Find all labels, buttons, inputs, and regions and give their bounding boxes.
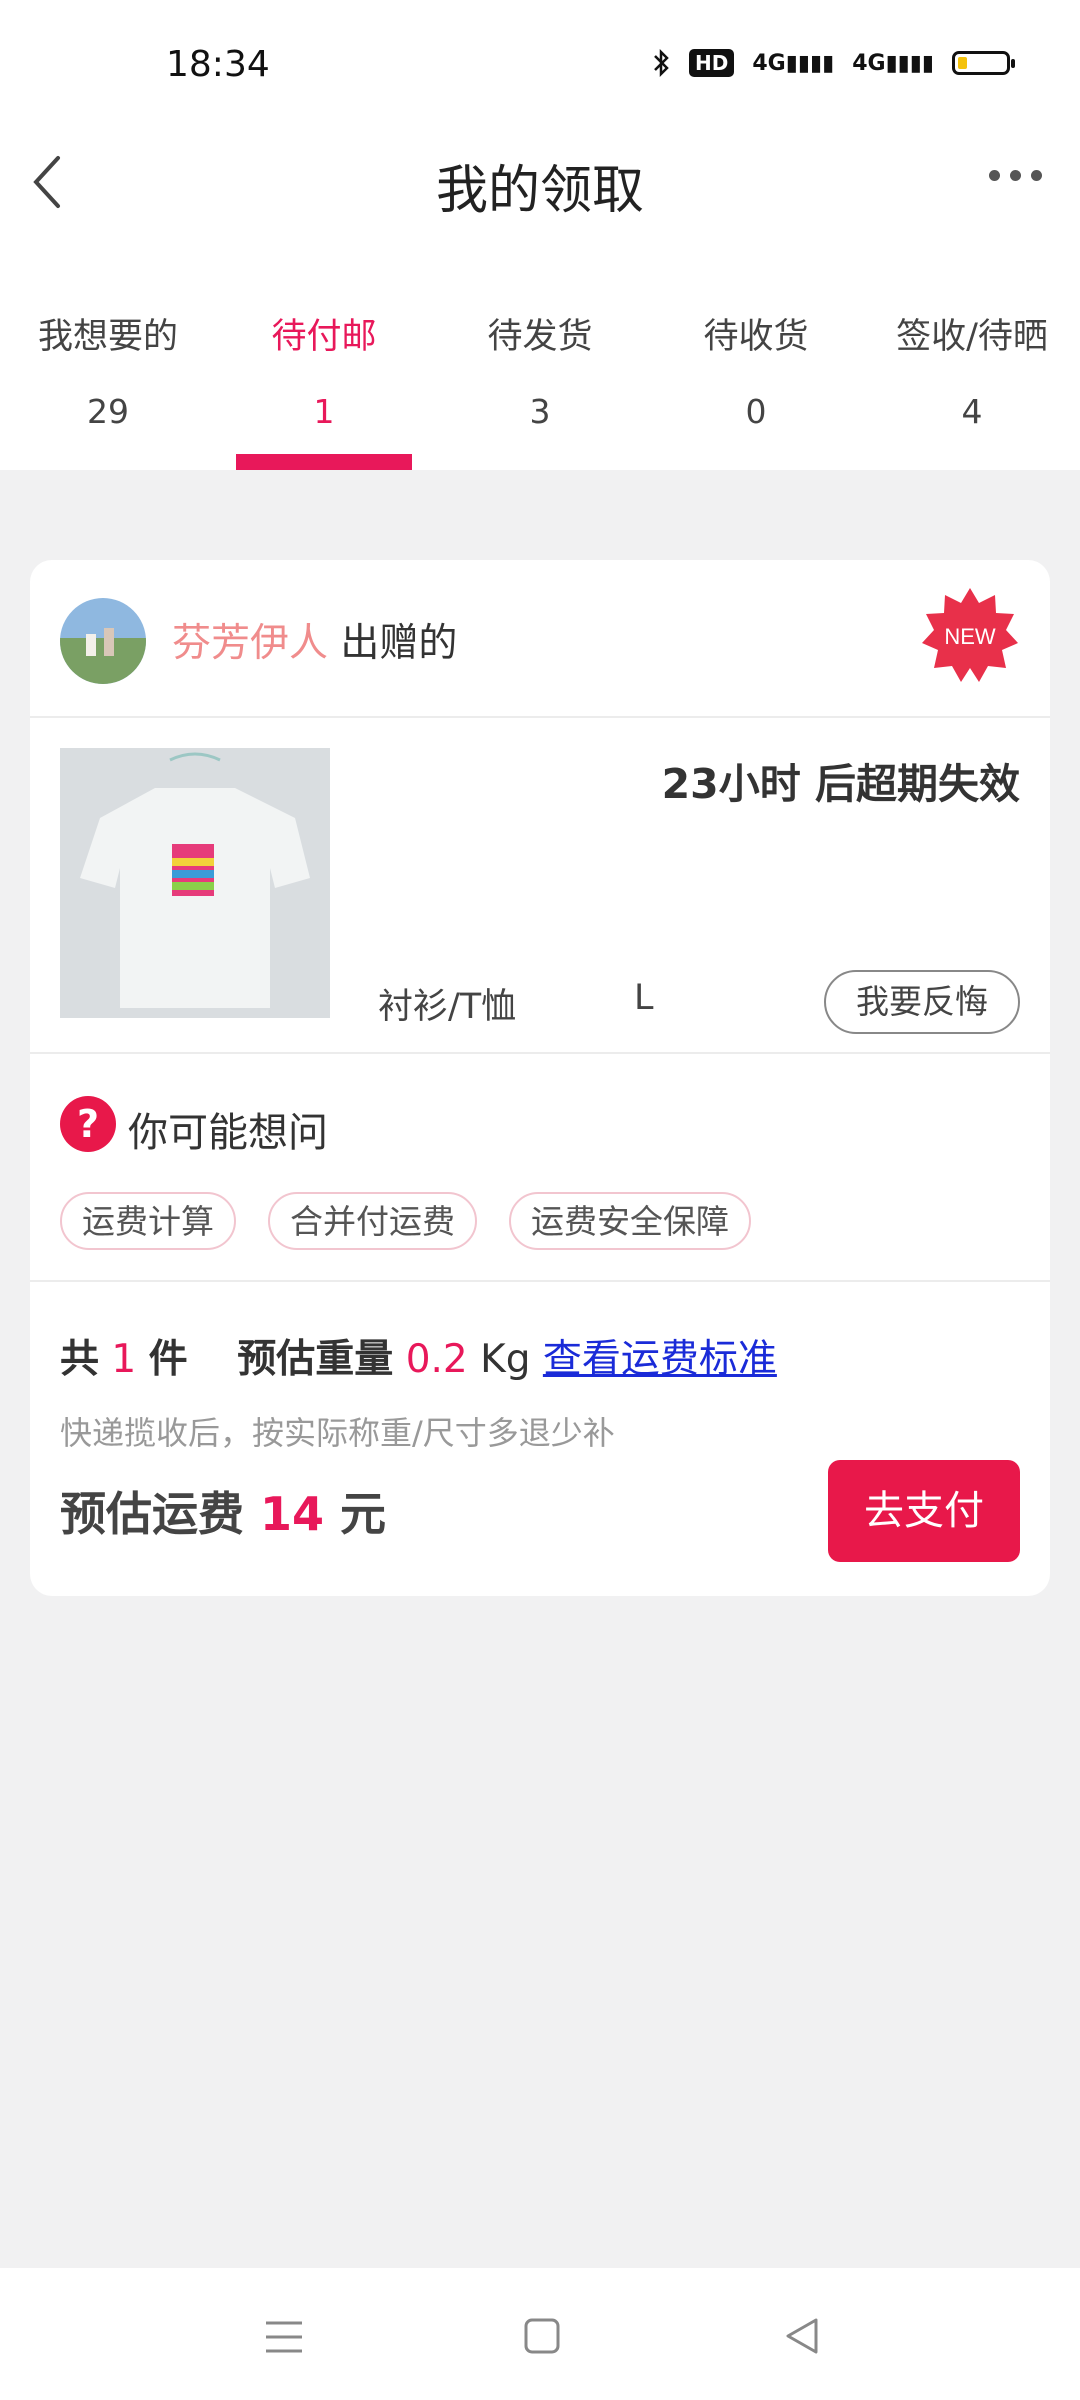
tab-label: 待付邮	[271, 317, 377, 357]
product-category: 衬衫/T恤	[378, 987, 517, 1027]
divider	[30, 716, 1050, 718]
gift-card: 芬芳伊人 出赠的 NEW 23小时 后超期失效 衬衫/T恤 L 我要反悔 ? 你…	[30, 560, 1050, 1596]
tab-label: 我想要的	[37, 317, 178, 357]
tab-count: 0	[745, 392, 767, 431]
menu-icon[interactable]	[262, 2318, 306, 2356]
tab-pending-shipment[interactable]: 待发货 3	[432, 290, 648, 470]
faq-title: 你可能想问	[128, 1110, 328, 1156]
tab-pending-postage[interactable]: 待付邮 1	[216, 290, 432, 470]
back-triangle-icon[interactable]	[780, 2314, 824, 2358]
status-bar: 18:34 HD 4G▮▮▮▮ 4G▮▮▮▮	[0, 0, 1080, 140]
question-icon: ?	[60, 1096, 116, 1152]
bluetooth-icon	[654, 48, 669, 78]
pay-button[interactable]: 去支付	[828, 1460, 1020, 1562]
tab-pending-receipt[interactable]: 待收货 0	[648, 290, 864, 470]
chip-shipping-calc[interactable]: 运费计算	[60, 1192, 236, 1250]
active-tab-indicator	[236, 454, 412, 470]
summary-prefix: 共	[60, 1337, 100, 1382]
tab-count: 1	[313, 392, 335, 431]
giver-name[interactable]: 芬芳伊人	[172, 621, 328, 666]
signal-4g-icon-2: 4G▮▮▮▮	[852, 50, 934, 76]
weight-unit: Kg	[480, 1337, 531, 1382]
tab-label: 签收/待晒	[896, 317, 1048, 357]
tab-signed[interactable]: 签收/待晒 4	[864, 290, 1080, 470]
tab-count: 3	[529, 392, 551, 431]
tab-wanted[interactable]: 我想要的 29	[0, 290, 216, 470]
fee-unit: 元	[340, 1487, 387, 1541]
system-nav-bar	[0, 2268, 1080, 2400]
expire-text: 23小时 后超期失效	[661, 760, 1020, 808]
avatar[interactable]	[60, 598, 146, 684]
chip-merge-shipping[interactable]: 合并付运费	[268, 1192, 477, 1250]
item-count: 1	[111, 1337, 137, 1382]
weight-note: 快递揽收后，按实际称重/尺寸多退少补	[60, 1414, 615, 1452]
chip-shipping-guarantee[interactable]: 运费安全保障	[509, 1192, 751, 1250]
weight-value: 0.2	[405, 1337, 468, 1382]
battery-icon	[952, 51, 1015, 75]
tab-count: 4	[961, 392, 983, 431]
new-badge: NEW	[922, 588, 1018, 682]
giver-line: 芬芳伊人 出赠的	[172, 612, 457, 668]
fee-value: 14	[260, 1487, 325, 1541]
net-label-2: 4G	[852, 50, 886, 76]
more-dots-icon[interactable]	[989, 170, 1042, 181]
tab-bar: 我想要的 29 待付邮 1 待发货 3 待收货 0 签收/待晒 4	[0, 290, 1080, 470]
fee-label: 预估运费	[60, 1487, 244, 1541]
faq-chips: 运费计算 合并付运费 运费安全保障	[60, 1192, 751, 1250]
giver-suffix: 出赠的	[340, 621, 458, 666]
weight-label: 预估重量	[237, 1337, 394, 1382]
page-title: 我的领取	[435, 161, 644, 221]
battery-level	[958, 57, 967, 69]
home-icon[interactable]	[522, 2316, 562, 2356]
divider	[30, 1280, 1050, 1282]
status-time: 18:34	[166, 44, 270, 85]
status-icons: HD 4G▮▮▮▮ 4G▮▮▮▮	[651, 48, 1015, 78]
order-summary: 共 1 件 预估重量 0.2 Kg 查看运费标准	[60, 1328, 777, 1384]
hd-icon: HD	[689, 49, 735, 77]
tab-count: 29	[87, 392, 129, 431]
product-size: L	[634, 978, 654, 1018]
regret-button[interactable]: 我要反悔	[824, 970, 1020, 1034]
signal-4g-icon: 4G▮▮▮▮	[752, 50, 835, 76]
product-image[interactable]	[60, 748, 330, 1018]
tab-label: 待发货	[487, 317, 593, 357]
shipping-fee: 预估运费 14 元	[60, 1478, 386, 1544]
tab-label: 待收货	[703, 317, 809, 357]
new-badge-text: NEW	[944, 624, 996, 649]
net-label: 4G	[752, 50, 786, 76]
shipping-standard-link[interactable]: 查看运费标准	[543, 1337, 777, 1382]
divider	[30, 1052, 1050, 1054]
count-unit: 件	[148, 1337, 188, 1382]
